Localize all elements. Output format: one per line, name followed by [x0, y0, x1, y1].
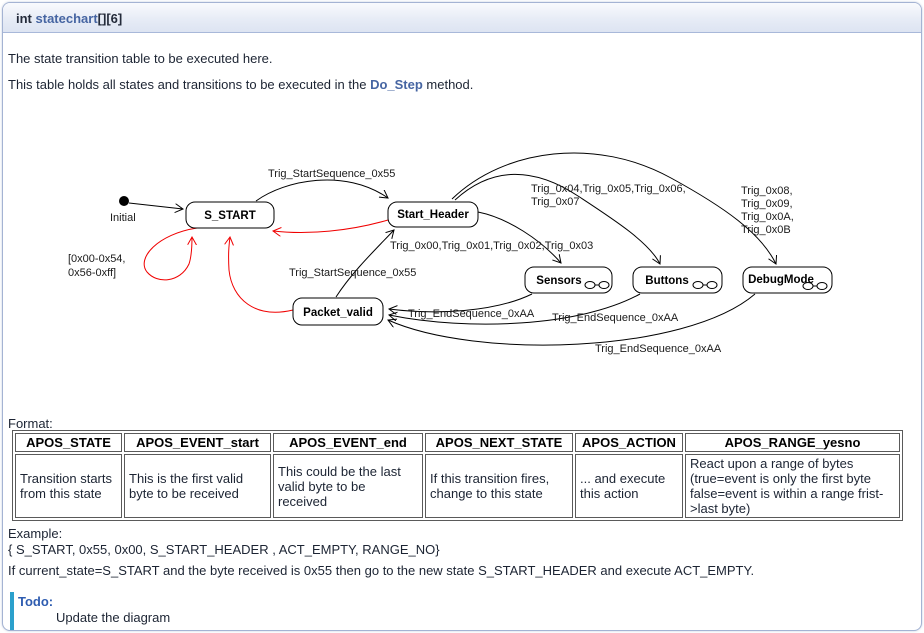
transition-packetvalid-to-sstart: [229, 237, 293, 312]
label-packet-to-header: Trig_StartSequence_0x55: [289, 267, 416, 279]
column-header: APOS_EVENT_start: [124, 433, 271, 452]
label-to-debug-4: Trig_0x0B: [741, 224, 791, 236]
format-table: APOS_STATE APOS_EVENT_start APOS_EVENT_e…: [12, 430, 903, 521]
state-buttons-label: Buttons: [645, 275, 688, 287]
format-table-row: Transition starts from this state This i…: [15, 454, 900, 518]
label-to-debug-2: Trig_0x09,: [741, 198, 793, 210]
example-explanation: If current_state=S_START and the byte re…: [8, 563, 754, 579]
description-line-2-prefix: This table holds all states and transiti…: [8, 77, 370, 92]
example-label: Example:: [8, 526, 62, 541]
label-to-sensors: Trig_0x00,Trig_0x01,Trig_0x02,Trig_0x03: [390, 240, 593, 252]
label-to-debug-1: Trig_0x08,: [741, 185, 793, 197]
column-header: APOS_NEXT_STATE: [425, 433, 573, 452]
label-end-sequence-debug: Trig_EndSequence_0xAA: [595, 343, 722, 355]
initial-state-label: Initial: [110, 212, 136, 224]
transition-sstart-to-startheader: [256, 180, 388, 201]
format-table-header-row: APOS_STATE APOS_EVENT_start APOS_EVENT_e…: [15, 433, 900, 452]
type-keyword: int: [16, 11, 32, 26]
label-end-sequence-sensors: Trig_EndSequence_0xAA: [408, 308, 535, 320]
example-block: Example: { S_START, 0x55, 0x00, S_START_…: [8, 526, 440, 558]
statechart-diagram: Initial S_START Start_Header Sensors But…: [0, 135, 920, 373]
column-header: APOS_RANGE_yesno: [685, 433, 900, 452]
state-packet-valid-label: Packet_valid: [303, 307, 373, 319]
transition-startheader-to-sstart: [273, 220, 388, 233]
column-header: APOS_STATE: [15, 433, 122, 452]
label-end-sequence-buttons: Trig_EndSequence_0xAA: [552, 312, 679, 324]
label-to-debug-3: Trig_0x0A,: [741, 211, 794, 223]
member-name: statechart: [36, 11, 98, 26]
transition-packetvalid-to-startheader: [336, 230, 394, 297]
transition-startheader-to-sensors: [478, 212, 561, 263]
description-line-2-suffix: method.: [423, 77, 474, 92]
transition-sstart-self-loop: [144, 228, 197, 280]
label-to-buttons-2: Trig_0x07: [531, 196, 580, 208]
initial-state-dot: [119, 196, 129, 206]
member-signature-header: int statechart[][6]: [3, 3, 921, 33]
description-line-2: This table holds all states and transiti…: [8, 77, 473, 93]
table-cell: Transition starts from this state: [15, 454, 122, 518]
column-header: APOS_EVENT_end: [273, 433, 423, 452]
table-cell: This is the first valid byte to be recei…: [124, 454, 271, 518]
todo-label: Todo:: [18, 594, 170, 610]
table-cell: This could be the last valid byte to be …: [273, 454, 423, 518]
table-cell: ... and execute this action: [575, 454, 683, 518]
column-header: APOS_ACTION: [575, 433, 683, 452]
label-range-loop-1: [0x00-0x54,: [68, 253, 125, 265]
transition-initial-to-sstart: [129, 203, 183, 209]
description-line-1: The state transition table to be execute…: [8, 51, 273, 67]
state-sensors-label: Sensors: [536, 275, 581, 287]
table-cell: If this transition fires, change to this…: [425, 454, 573, 518]
label-range-loop-2: 0x56-0xff]: [68, 267, 116, 279]
table-cell: React upon a range of bytes (true=event …: [685, 454, 900, 518]
state-s-start-label: S_START: [204, 210, 256, 222]
array-suffix: [][6]: [98, 11, 123, 26]
label-to-buttons-1: Trig_0x04,Trig_0x05,Trig_0x06,: [531, 183, 686, 195]
do-step-link[interactable]: Do_Step: [370, 77, 423, 92]
label-start-sequence-top: Trig_StartSequence_0x55: [268, 168, 395, 180]
member-detail-panel: int statechart[][6] The state transition…: [2, 2, 922, 631]
todo-text: Update the diagram: [56, 610, 170, 626]
state-start-header-label: Start_Header: [397, 209, 469, 221]
todo-block: Todo: Update the diagram: [10, 592, 178, 630]
example-code: { S_START, 0x55, 0x00, S_START_HEADER , …: [8, 542, 440, 557]
